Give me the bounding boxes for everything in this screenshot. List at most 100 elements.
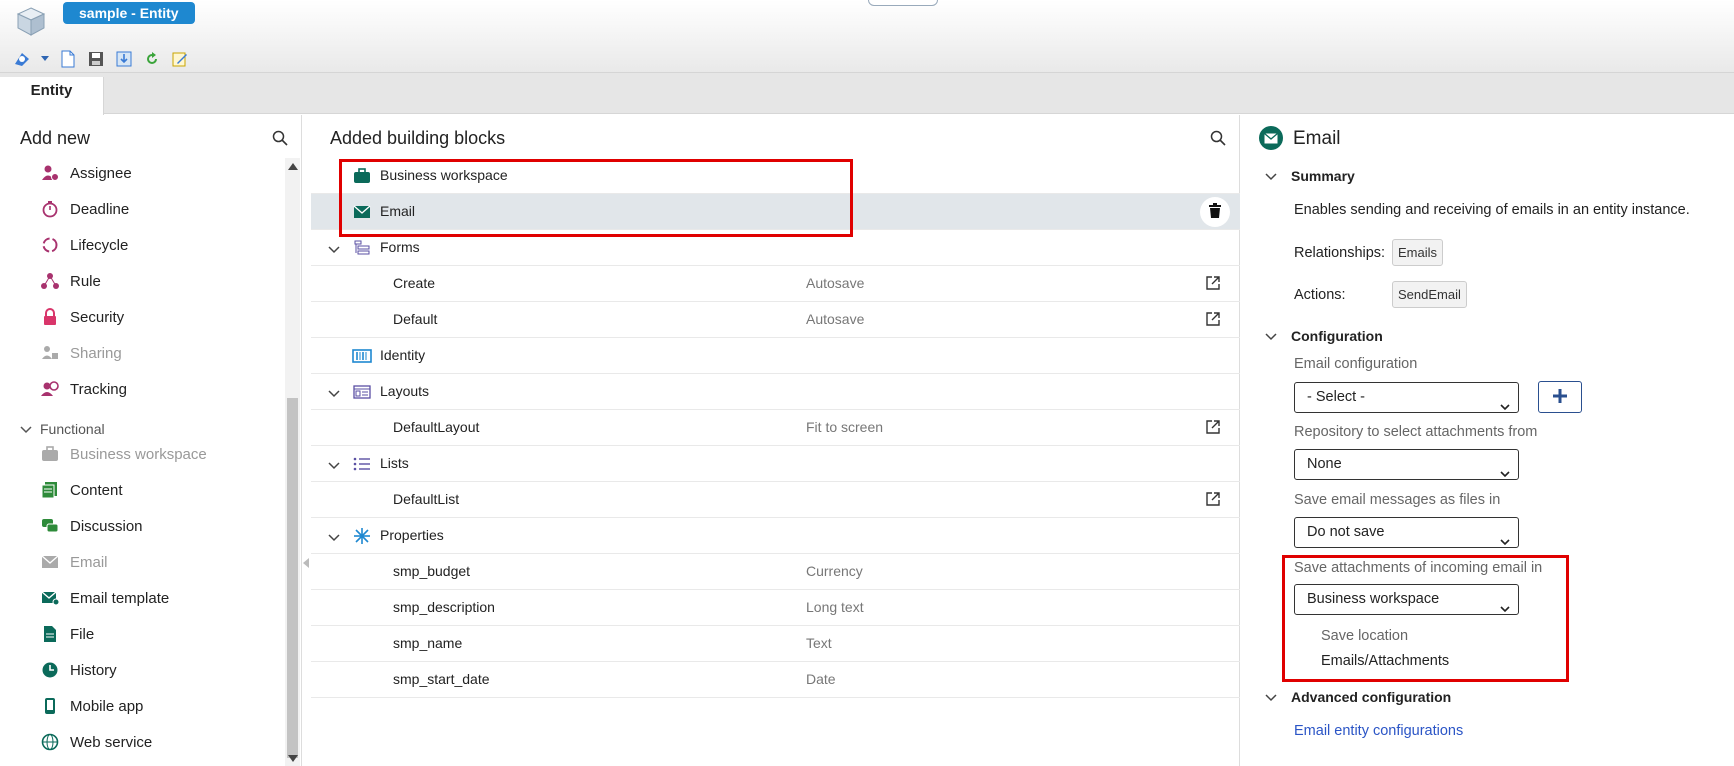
- block-row-email[interactable]: Email: [311, 194, 1240, 230]
- block-label: Lists: [380, 455, 409, 471]
- add-item-rule[interactable]: Rule: [40, 269, 101, 293]
- new-document-icon[interactable]: [58, 49, 78, 69]
- block-row-smp-start-date[interactable]: smp_start_date Date: [311, 662, 1240, 698]
- block-row-identity[interactable]: Identity: [311, 338, 1240, 374]
- save-icon[interactable]: [86, 49, 106, 69]
- add-item-business-workspace: Business workspace: [40, 442, 207, 466]
- block-row-smp-description[interactable]: smp_description Long text: [311, 590, 1240, 626]
- add-item-tracking[interactable]: Tracking: [40, 377, 127, 401]
- collapse-left-icon[interactable]: [302, 555, 310, 568]
- tab-entity[interactable]: Entity: [0, 77, 104, 115]
- publish-icon[interactable]: [12, 49, 32, 69]
- block-row-properties[interactable]: Properties: [311, 518, 1240, 554]
- add-item-discussion[interactable]: Discussion: [40, 514, 143, 538]
- trash-icon: [1208, 202, 1222, 222]
- block-label: smp_description: [393, 599, 495, 615]
- repo-select[interactable]: None: [1294, 449, 1519, 480]
- item-label: Rule: [70, 272, 101, 290]
- block-row-defaultlist[interactable]: DefaultList: [311, 482, 1240, 518]
- block-row-default[interactable]: Default Autosave: [311, 302, 1240, 338]
- add-item-security[interactable]: Security: [40, 305, 124, 329]
- detail-title: Email: [1293, 128, 1341, 149]
- briefcase-icon: [40, 444, 60, 464]
- item-label: File: [70, 625, 95, 643]
- chevron-down-icon[interactable]: [328, 385, 342, 399]
- block-meta: Date: [806, 671, 836, 687]
- block-meta: Text: [806, 635, 832, 651]
- add-item-file[interactable]: File: [40, 622, 94, 646]
- select-value: - Select -: [1307, 389, 1366, 405]
- add-item-web-service[interactable]: Web service: [40, 730, 152, 754]
- search-icon[interactable]: [272, 130, 290, 148]
- configuration-section-toggle[interactable]: Configuration: [1265, 328, 1383, 344]
- open-external-icon[interactable]: [1205, 491, 1223, 509]
- add-item-assignee[interactable]: Assignee: [40, 161, 132, 185]
- email-entity-config-link[interactable]: Email entity configurations: [1294, 723, 1463, 739]
- top-handle[interactable]: [868, 0, 938, 6]
- add-email-config-button[interactable]: [1538, 381, 1582, 413]
- scroll-thumb[interactable]: [287, 398, 298, 758]
- added-blocks-panel: Added building blocks Business workspace…: [311, 115, 1240, 766]
- item-label: Tracking: [70, 380, 127, 398]
- scroll-up-icon[interactable]: [288, 163, 298, 170]
- globe-icon: [40, 732, 60, 752]
- group-functional[interactable]: Functional: [20, 419, 105, 439]
- block-row-defaultlayout[interactable]: DefaultLayout Fit to screen: [311, 410, 1240, 446]
- relationships-label: Relationships:: [1294, 245, 1386, 261]
- search-icon[interactable]: [1210, 130, 1228, 148]
- identity-icon: [351, 347, 373, 365]
- lock-icon: [40, 307, 60, 327]
- add-item-deadline[interactable]: Deadline: [40, 197, 129, 221]
- save-messages-select[interactable]: Do not save: [1294, 517, 1519, 548]
- block-row-business-workspace[interactable]: Business workspace: [311, 158, 1240, 194]
- plus-icon: [1553, 388, 1567, 406]
- left-scrollbar[interactable]: [285, 158, 300, 766]
- block-meta: Autosave: [806, 275, 865, 291]
- add-item-history[interactable]: History: [40, 658, 117, 682]
- content-icon: [40, 480, 60, 500]
- open-external-icon[interactable]: [1205, 275, 1223, 293]
- refresh-icon[interactable]: [142, 49, 162, 69]
- email-config-select[interactable]: - Select -: [1294, 382, 1519, 413]
- item-label: Web service: [70, 733, 153, 751]
- add-item-lifecycle[interactable]: Lifecycle: [40, 233, 128, 257]
- save-location-value: Emails/Attachments: [1321, 653, 1450, 669]
- block-meta: Fit to screen: [806, 419, 884, 435]
- properties-icon: [353, 527, 371, 545]
- app-cube-icon: [15, 5, 47, 37]
- add-item-mobile-app[interactable]: Mobile app: [40, 694, 143, 718]
- save-attachments-select[interactable]: Business workspace: [1294, 584, 1519, 615]
- open-external-icon[interactable]: [1205, 419, 1223, 437]
- group-label: Functional: [40, 421, 105, 437]
- add-item-sharing: Sharing: [40, 341, 122, 365]
- chevron-down-icon[interactable]: [40, 49, 50, 69]
- delete-block-button[interactable]: [1200, 197, 1230, 227]
- edit-icon[interactable]: [170, 49, 190, 69]
- import-icon[interactable]: [114, 49, 134, 69]
- block-row-smp-budget[interactable]: smp_budget Currency: [311, 554, 1240, 590]
- added-blocks-title: Added building blocks: [330, 128, 506, 148]
- summary-section-toggle[interactable]: Summary: [1265, 168, 1355, 184]
- block-row-create[interactable]: Create Autosave: [311, 266, 1240, 302]
- open-external-icon[interactable]: [1205, 311, 1223, 329]
- person-check-icon: [40, 163, 60, 183]
- block-label: Forms: [380, 239, 420, 255]
- item-label: Assignee: [70, 164, 132, 182]
- block-label: Default: [393, 311, 438, 327]
- add-item-email: Email: [40, 550, 108, 574]
- add-item-email-template[interactable]: Email template: [40, 586, 169, 610]
- block-row-layouts[interactable]: Layouts: [311, 374, 1240, 410]
- chevron-down-icon[interactable]: [328, 241, 342, 255]
- chevron-down-icon[interactable]: [328, 457, 342, 471]
- block-row-lists[interactable]: Lists: [311, 446, 1240, 482]
- item-label: Email template: [70, 589, 170, 607]
- advanced-section-toggle[interactable]: Advanced configuration: [1265, 689, 1451, 705]
- block-row-smp-name[interactable]: smp_name Text: [311, 626, 1240, 662]
- chevron-down-icon: [1500, 595, 1510, 613]
- add-item-content[interactable]: Content: [40, 478, 123, 502]
- block-row-forms[interactable]: Forms: [311, 230, 1240, 266]
- advanced-heading: Advanced configuration: [1291, 689, 1452, 705]
- scroll-down-icon[interactable]: [288, 755, 298, 762]
- chevron-down-icon[interactable]: [328, 529, 342, 543]
- item-label: Deadline: [70, 200, 130, 218]
